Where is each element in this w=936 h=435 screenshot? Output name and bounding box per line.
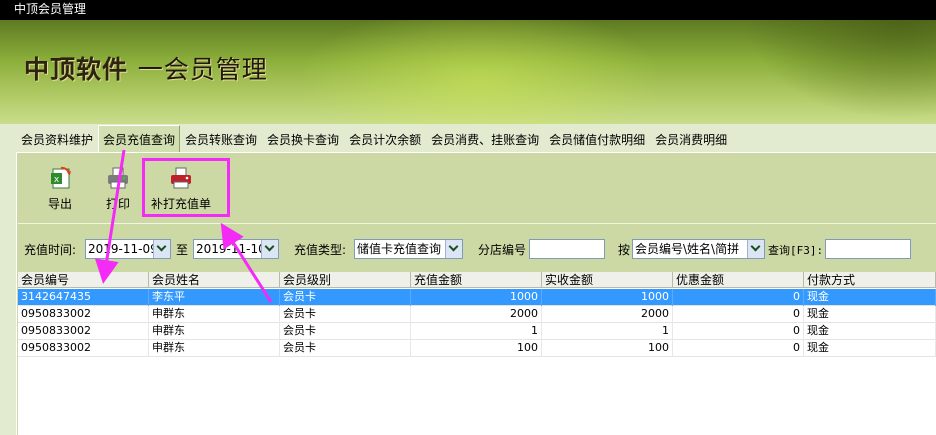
cell-recharge-amount: 100 bbox=[411, 340, 542, 357]
by-label: 按 bbox=[618, 243, 631, 257]
to-label: 至 bbox=[176, 243, 189, 257]
query-label: 查询[F3]: bbox=[768, 244, 824, 257]
cell-member-name: 申群东 bbox=[149, 306, 280, 323]
cell-payment-method: 现金 bbox=[804, 289, 936, 306]
column-header[interactable]: 实收金额 bbox=[542, 272, 673, 288]
print-label: 打印 bbox=[105, 197, 130, 211]
column-header[interactable]: 会员级别 bbox=[280, 272, 411, 288]
chevron-down-icon[interactable] bbox=[445, 240, 462, 258]
cell-recharge-amount: 1000 bbox=[411, 289, 542, 306]
cell-received-amount: 1 bbox=[542, 323, 673, 340]
export-label: 导出 bbox=[47, 197, 72, 211]
date-from-value: 2019-11-09 bbox=[88, 242, 158, 256]
cell-member-level: 会员卡 bbox=[280, 289, 411, 306]
cell-member-name: 申群东 bbox=[149, 340, 280, 357]
tab-consumption-detail[interactable]: 会员消费明细 bbox=[650, 127, 732, 152]
tab-recharge-query[interactable]: 会员充值查询 bbox=[98, 125, 181, 152]
cell-member-level: 会员卡 bbox=[280, 340, 411, 357]
brand-name: 中顶软件 bbox=[24, 55, 129, 84]
branch-input[interactable] bbox=[529, 239, 605, 259]
chevron-down-icon[interactable] bbox=[153, 240, 170, 258]
header-banner: 中顶软件 一会员管理 bbox=[0, 20, 936, 124]
table-row[interactable]: 0950833002 申群东 会员卡 100 100 0 现金 bbox=[18, 340, 936, 357]
cell-member-level: 会员卡 bbox=[280, 306, 411, 323]
tab-consumption-credit-query[interactable]: 会员消费、挂账查询 bbox=[426, 127, 544, 152]
recharge-time-label: 充值时间: bbox=[24, 243, 77, 257]
filter-bar: 充值时间: 2019-11-09 至 2019-11-10 充值类型: 储值卡充… bbox=[18, 236, 936, 262]
date-to-value: 2019-11-10 bbox=[196, 242, 266, 256]
recharge-type-label: 充值类型: bbox=[294, 243, 347, 257]
search-field-value: 会员编号\姓名\简拼 bbox=[635, 242, 740, 256]
table-row[interactable]: 0950833002 申群东 会员卡 1 1 0 现金 bbox=[18, 323, 936, 340]
banner-title: 中顶软件 一会员管理 bbox=[24, 50, 268, 86]
recharge-type-select[interactable]: 储值卡充值查询 bbox=[354, 239, 463, 259]
column-header[interactable]: 优惠金额 bbox=[673, 272, 804, 288]
excel-export-icon: x bbox=[51, 166, 71, 189]
column-header[interactable]: 充值金额 bbox=[411, 272, 542, 288]
cell-discount-amount: 0 bbox=[673, 323, 804, 340]
cell-member-id: 0950833002 bbox=[18, 340, 149, 357]
export-button[interactable]: x 导出 bbox=[40, 165, 80, 212]
tab-stored-value-payment[interactable]: 会员储值付款明细 bbox=[544, 127, 650, 152]
cell-received-amount: 2000 bbox=[542, 306, 673, 323]
cell-member-name: 申群东 bbox=[149, 323, 280, 340]
column-header[interactable]: 付款方式 bbox=[804, 272, 936, 288]
chevron-down-icon[interactable] bbox=[261, 240, 278, 258]
table-header: 会员编号 会员姓名 会员级别 充值金额 实收金额 优惠金额 付款方式 bbox=[18, 272, 936, 288]
print-button[interactable]: 打印 bbox=[98, 165, 138, 212]
chevron-down-icon[interactable] bbox=[747, 240, 764, 258]
cell-recharge-amount: 2000 bbox=[411, 306, 542, 323]
tab-transfer-query[interactable]: 会员转账查询 bbox=[180, 127, 262, 152]
cell-member-id: 3142647435 bbox=[18, 289, 149, 306]
module-name: 一会员管理 bbox=[137, 55, 268, 84]
tab-card-change-query[interactable]: 会员换卡查询 bbox=[262, 127, 344, 152]
cell-payment-method: 现金 bbox=[804, 323, 936, 340]
tab-member-info[interactable]: 会员资料维护 bbox=[16, 127, 98, 152]
tab-count-balance[interactable]: 会员计次余额 bbox=[344, 127, 426, 152]
cell-discount-amount: 0 bbox=[673, 340, 804, 357]
branch-label: 分店编号 bbox=[478, 243, 527, 257]
cell-payment-method: 现金 bbox=[804, 306, 936, 323]
svg-text:x: x bbox=[54, 175, 60, 185]
annotation-highlight-box bbox=[142, 158, 230, 217]
cell-recharge-amount: 1 bbox=[411, 323, 542, 340]
tab-bar: 会员资料维护 会员充值查询 会员转账查询 会员换卡查询 会员计次余额 会员消费、… bbox=[16, 125, 732, 152]
cell-discount-amount: 0 bbox=[673, 289, 804, 306]
search-field-select[interactable]: 会员编号\姓名\简拼 bbox=[632, 239, 765, 259]
recharge-type-value: 储值卡充值查询 bbox=[357, 242, 442, 256]
cell-discount-amount: 0 bbox=[673, 306, 804, 323]
toolbar-divider bbox=[18, 223, 936, 224]
cell-member-id: 0950833002 bbox=[18, 306, 149, 323]
cell-received-amount: 100 bbox=[542, 340, 673, 357]
table-row[interactable]: 0950833002 申群东 会员卡 2000 2000 0 现金 bbox=[18, 306, 936, 323]
printer-icon bbox=[108, 167, 128, 189]
cell-member-name: 李东平 bbox=[149, 289, 280, 306]
cell-member-level: 会员卡 bbox=[280, 323, 411, 340]
window-title: 中顶会员管理 bbox=[0, 0, 936, 20]
cell-payment-method: 现金 bbox=[804, 340, 936, 357]
date-to-picker[interactable]: 2019-11-10 bbox=[193, 239, 279, 259]
cell-received-amount: 1000 bbox=[542, 289, 673, 306]
date-from-picker[interactable]: 2019-11-09 bbox=[85, 239, 171, 259]
cell-member-id: 0950833002 bbox=[18, 323, 149, 340]
column-header[interactable]: 会员姓名 bbox=[149, 272, 280, 288]
table-row[interactable]: 3142647435 李东平 会员卡 1000 1000 0 现金 bbox=[18, 289, 936, 306]
query-input[interactable] bbox=[825, 239, 911, 259]
table-body: 3142647435 李东平 会员卡 1000 1000 0 现金 095083… bbox=[18, 289, 936, 357]
recharge-table: 会员编号 会员姓名 会员级别 充值金额 实收金额 优惠金额 付款方式 31426… bbox=[18, 272, 936, 435]
column-header[interactable]: 会员编号 bbox=[18, 272, 149, 288]
